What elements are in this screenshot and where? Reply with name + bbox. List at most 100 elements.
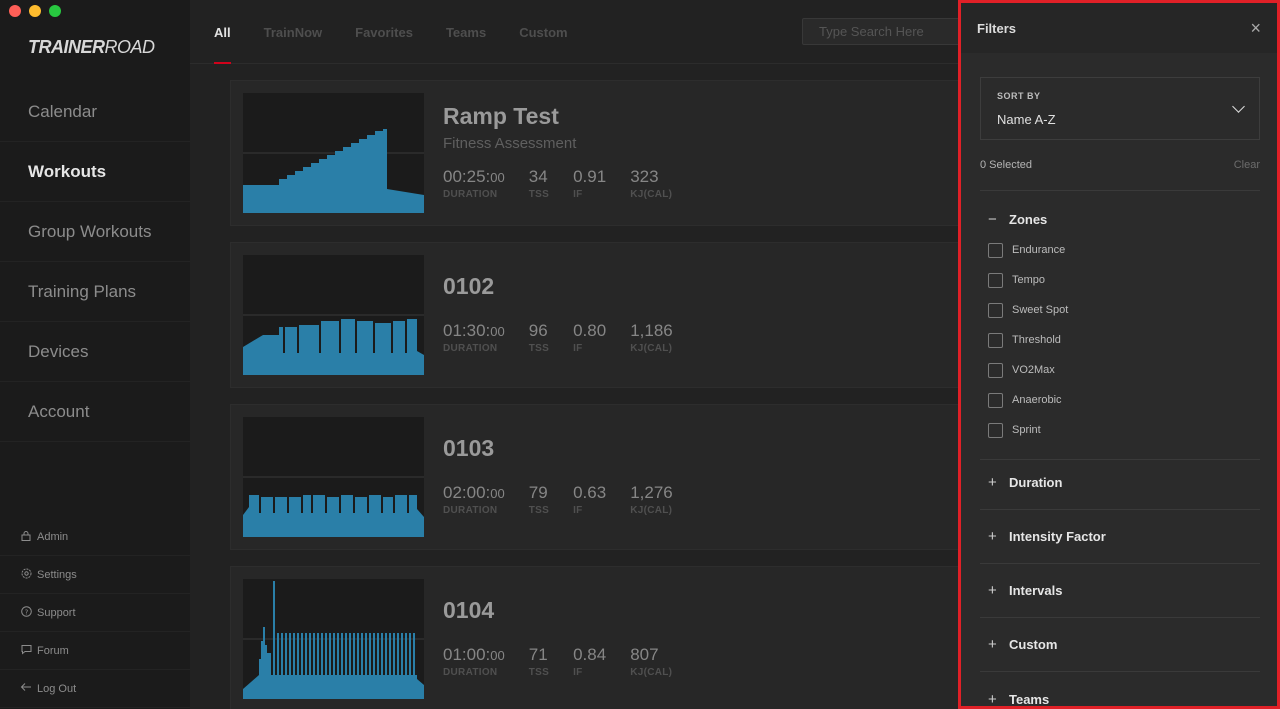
collapse-minus-icon: − [988,210,997,228]
tab-teams[interactable]: Teams [446,0,486,64]
checkbox[interactable] [988,302,1003,318]
selected-count: 0 Selected [980,159,1032,171]
checkbox[interactable] [988,422,1003,438]
zone-option-sprint[interactable]: Sprint [980,415,1260,445]
zone-option-sweet-spot[interactable]: Sweet Spot [980,295,1260,325]
custom-section-title: Custom [1009,637,1058,652]
kj-label: KJ(CAL) [630,667,673,678]
duration-label: DURATION [443,667,498,678]
stat-tss: 34 TSS [529,167,549,200]
filter-section-duration: + Duration [980,456,1260,510]
tab-favorites[interactable]: Favorites [355,0,413,64]
stat-if: 0.91 IF [573,167,606,200]
zones-section-title: Zones [1009,211,1048,227]
close-icon[interactable]: × [1250,19,1261,37]
nav-group-workouts[interactable]: Group Workouts [0,202,190,262]
util-logout[interactable]: Log Out [0,670,190,708]
kj-label: KJ(CAL) [630,505,673,516]
workout-card-0102[interactable]: 0102 01:30:00 DURATION 96 TSS 0.80 IF 1,186… [230,242,970,388]
custom-section-header[interactable]: + Custom [980,618,1260,672]
workout-stats: 01:30:00 DURATION 96 TSS 0.80 IF 1,186 KJ(CA… [443,321,697,354]
workout-title: 0103 [443,435,495,461]
tss-label: TSS [528,189,550,200]
duration-seconds: 00 [490,170,505,185]
main-nav: Calendar Workouts Group Workouts Trainin… [0,82,190,442]
window-controls [9,5,61,17]
zone-option-threshold[interactable]: Threshold [980,325,1260,355]
util-settings[interactable]: Settings [0,556,190,594]
filter-section-intervals: + Intervals [980,564,1260,618]
sidebar: TRAINERROAD Calendar Workouts Group Work… [0,0,190,709]
stat-tss: 71 TSS [529,645,549,678]
util-forum-label: Forum [37,644,69,657]
if-value: 0.91 [573,167,607,186]
workout-stats: 01:00:00 DURATION 71 TSS 0.84 IF 807 KJ(CAL) [443,645,696,678]
zone-option-anaerobic[interactable]: Anaerobic [980,385,1260,415]
workout-card-ramp-test[interactable]: Ramp Test Fitness Assessment 00:25:00 DUR… [230,80,970,226]
workout-stats: 02:00:00 DURATION 79 TSS 0.63 IF 1,276 KJ(CA… [443,483,697,516]
stat-kj: 1,276 KJ(CAL) [630,483,673,516]
zone-option-label: Endurance [1012,244,1066,256]
checkbox[interactable] [988,242,1003,258]
filter-section-zones: − Zones Endurance Tempo Sweet Spot Thres… [980,191,1260,460]
logo-light-text: ROAD [104,37,156,57]
workout-card-0104[interactable]: 0104 01:00:00 DURATION 71 TSS 0.84 IF 807 KJ… [230,566,970,709]
gear-icon [20,568,32,582]
intensity-factor-section-title: Intensity Factor [1009,529,1106,544]
zone-option-tempo[interactable]: Tempo [980,265,1260,295]
sort-by-select[interactable]: SORT BY Name A-Z [980,77,1260,140]
stat-duration: 01:00:00 DURATION [443,645,505,678]
filter-section-custom: + Custom [980,618,1260,672]
close-window-button[interactable] [9,5,21,17]
zone-option-endurance[interactable]: Endurance [980,235,1260,265]
nav-account[interactable]: Account [0,382,190,442]
filter-section-intensity-factor: + Intensity Factor [980,510,1260,564]
tab-trainnow[interactable]: TrainNow [264,0,323,64]
workout-title: 0104 [443,597,495,623]
nav-devices[interactable]: Devices [0,322,190,382]
help-icon: ? [20,605,32,620]
zone-option-label: Threshold [1012,334,1061,346]
stat-duration: 00:25:00 DURATION [443,167,505,200]
clear-button[interactable]: Clear [1234,159,1260,190]
logout-arrow-icon [20,682,32,695]
intensity-factor-section-header[interactable]: + Intensity Factor [980,510,1260,564]
expand-plus-icon: + [988,474,997,491]
util-support[interactable]: ? Support [0,594,190,632]
nav-calendar[interactable]: Calendar [0,82,190,142]
util-admin[interactable]: Admin [0,518,190,556]
zone-option-vo2max[interactable]: VO2Max [980,355,1260,385]
stat-kj: 807 KJ(CAL) [630,645,672,678]
teams-section-header[interactable]: + Teams [980,672,1260,707]
chevron-down-icon [1232,100,1245,113]
workout-card-0103[interactable]: 0103 02:00:00 DURATION 79 TSS 0.63 IF 1,276… [230,404,970,550]
stat-duration: 01:30:00 DURATION [443,321,505,354]
duration-section-header[interactable]: + Duration [980,456,1260,510]
trainerroad-logo: TRAINERROAD [28,37,155,58]
zones-options: Endurance Tempo Sweet Spot Threshold VO2… [980,235,1260,445]
minimize-window-button[interactable] [29,5,41,17]
stat-duration: 02:00:00 DURATION [443,483,505,516]
filter-section-teams: + Teams [980,672,1260,707]
duration-seconds: 00 [490,324,505,339]
util-admin-label: Admin [37,530,69,543]
workout-profile-graph [243,255,424,375]
tab-all[interactable]: All [214,0,231,64]
filters-header: Filters × [961,3,1277,53]
duration-value: 00:25: [443,167,491,186]
duration-value: 01:30: [443,321,491,340]
checkbox[interactable] [988,362,1003,378]
nav-workouts[interactable]: Workouts [0,142,190,202]
search-input[interactable] [802,18,962,45]
checkbox[interactable] [988,272,1003,288]
intervals-section-header[interactable]: + Intervals [980,564,1260,618]
zoom-window-button[interactable] [49,5,61,17]
tab-custom[interactable]: Custom [519,0,567,64]
expand-plus-icon: + [988,636,997,653]
util-support-label: Support [37,606,76,619]
util-forum[interactable]: Forum [0,632,190,670]
checkbox[interactable] [988,392,1003,408]
tss-value: 96 [528,321,548,340]
checkbox[interactable] [988,332,1003,348]
nav-training-plans[interactable]: Training Plans [0,262,190,322]
